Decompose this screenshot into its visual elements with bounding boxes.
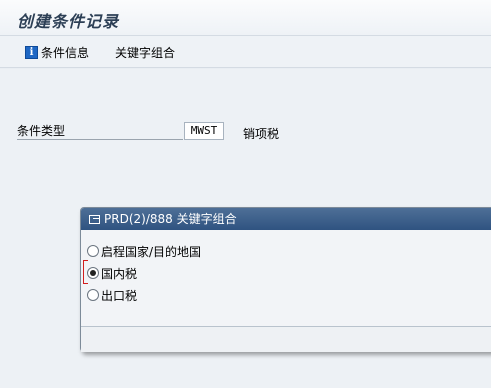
dialog-window-icon — [89, 214, 100, 224]
application-toolbar: i 条件信息 关键字组合 — [0, 36, 491, 68]
radio-option-origin-destination[interactable]: 启程国家/目的地国 — [87, 243, 201, 259]
dialog-title: PRD(2)/888 关键字组合 — [104, 212, 237, 226]
condition-type-description: 销项税 — [243, 127, 280, 141]
radio-label: 国内税 — [101, 266, 138, 281]
condition-type-field[interactable]: MWST — [184, 122, 224, 140]
condition-info-button[interactable]: i 条件信息 — [25, 44, 89, 60]
title-bar: 创建条件记录 — [0, 0, 491, 36]
radio-button[interactable] — [87, 289, 99, 301]
info-icon: i — [25, 45, 38, 59]
radio-label: 启程国家/目的地国 — [101, 244, 202, 259]
dialog-footer — [81, 326, 491, 352]
radio-button-selected[interactable] — [87, 267, 99, 279]
condition-info-label: 条件信息 — [41, 45, 90, 60]
radio-label: 出口税 — [101, 288, 138, 303]
radio-option-domestic-tax[interactable]: 国内税 — [87, 265, 137, 281]
page-title: 创建条件记录 — [17, 12, 120, 31]
key-combination-dialog: PRD(2)/888 关键字组合 启程国家/目的地国 国内税 出口税 — [80, 207, 491, 352]
dialog-header: PRD(2)/888 关键字组合 — [81, 208, 491, 230]
radio-button[interactable] — [87, 245, 99, 257]
radio-option-export-tax[interactable]: 出口税 — [87, 287, 137, 303]
key-combination-label: 关键字组合 — [115, 45, 176, 60]
condition-type-label: 条件类型 — [17, 124, 183, 140]
key-combination-button[interactable]: 关键字组合 — [115, 44, 175, 60]
